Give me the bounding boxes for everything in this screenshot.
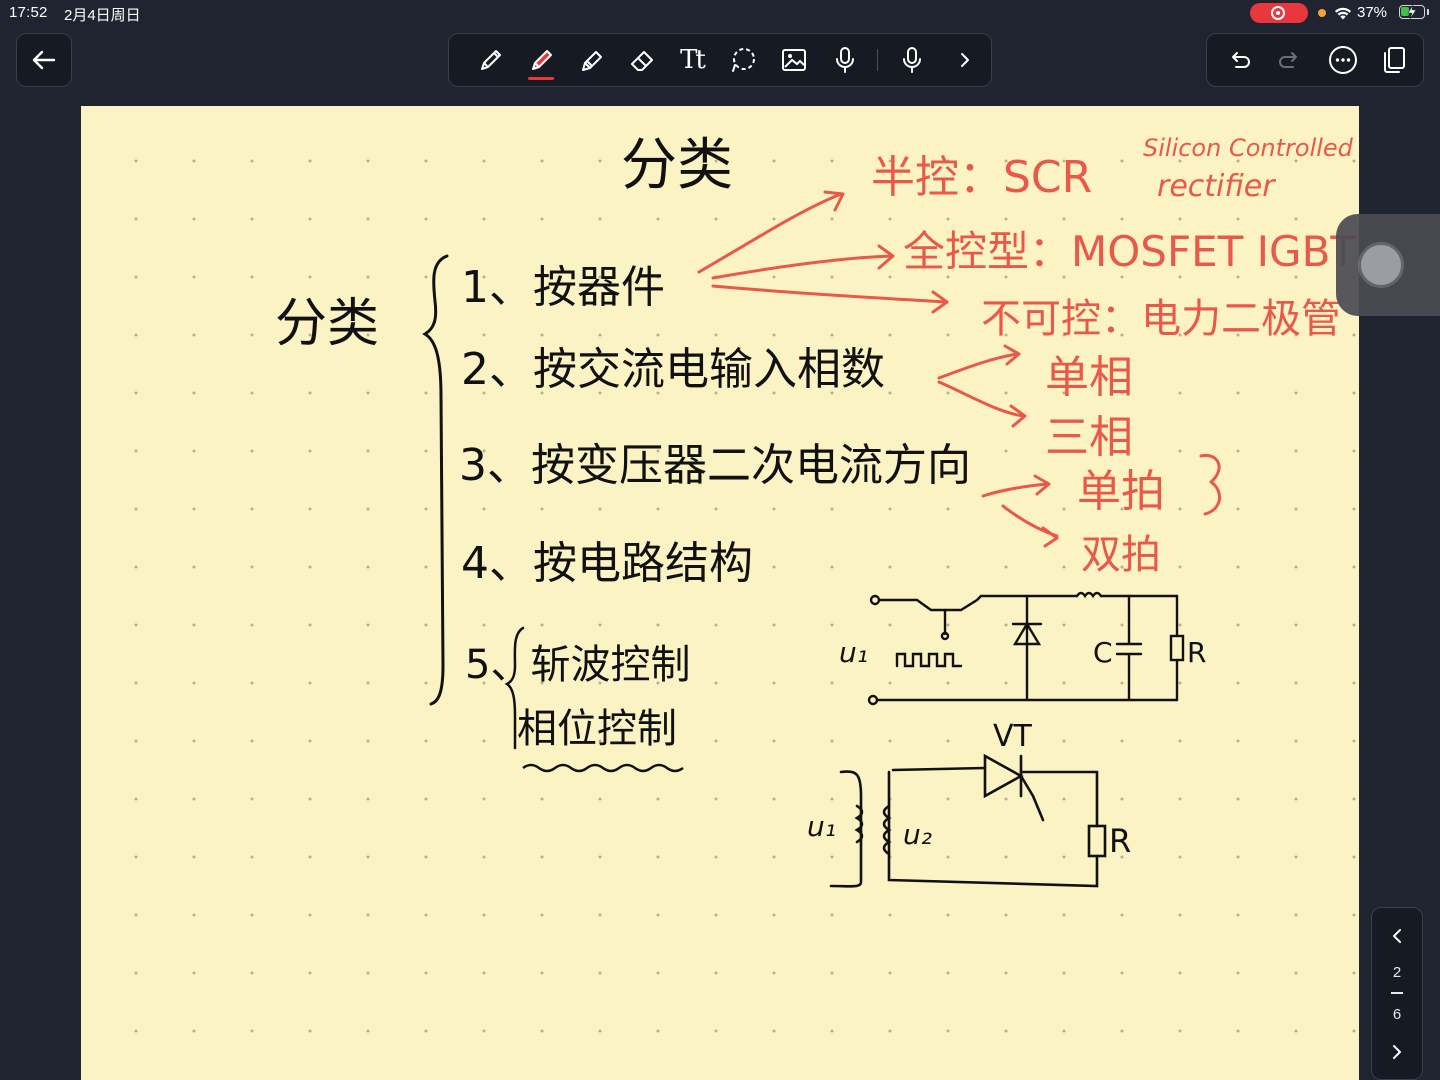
eraser-tool-button[interactable]	[619, 34, 665, 86]
document-actions-toolbar	[1206, 33, 1424, 87]
pen-tool-button[interactable]	[467, 34, 513, 86]
chevron-left-icon	[1393, 929, 1401, 943]
audio-tool-button[interactable]	[822, 34, 868, 86]
circuit-label-load-resistor: R	[1109, 822, 1131, 860]
pencil-tool-button[interactable]	[569, 34, 615, 86]
wavy-underline	[522, 763, 684, 773]
current-page-number: 2	[1392, 964, 1402, 981]
annotation-full-controlled: 全控型：MOSFET IGBT	[903, 227, 1356, 276]
highlighter-tool-button[interactable]	[518, 34, 564, 86]
total-page-count: 6	[1392, 1006, 1402, 1023]
undo-button[interactable]	[1215, 34, 1261, 86]
chopper-circuit-diagram	[867, 591, 1185, 706]
circuit-label-u2-secondary: u₂	[903, 818, 932, 851]
annotation-three-phase: 三相	[1045, 412, 1133, 463]
microphone-in-use-dot	[1318, 9, 1326, 17]
circuit-label-capacitor: C	[1093, 636, 1113, 669]
page-separator	[1391, 992, 1403, 994]
handwritten-note-canvas: 分类 分类 1、按器件 2、按交流电输入相数 3、按变压器二次电流方向 4、按电…	[275, 133, 1356, 888]
screen-recording-indicator[interactable]	[1250, 3, 1308, 23]
record-icon	[1271, 6, 1285, 20]
note-page[interactable]: 分类 分类 1、按器件 2、按交流电输入相数 3、按变压器二次电流方向 4、按电…	[81, 106, 1359, 1080]
brace	[422, 254, 449, 706]
circuit-label-thyristor: VT	[993, 719, 1033, 754]
text-tool-button[interactable]: Tt	[669, 34, 715, 86]
undo-icon	[1232, 52, 1250, 68]
annotation-double-beat: 双拍	[1081, 532, 1161, 578]
list-item: 4、按电路结构	[461, 538, 753, 589]
status-date: 2月4日周日	[64, 7, 141, 24]
circuit-label-u1: u₁	[839, 636, 868, 669]
circuit-label-u1-primary: u₁	[807, 810, 836, 843]
text-icon: Tt	[680, 45, 706, 75]
list-item: 相位控制	[517, 706, 677, 752]
highlighter-icon	[532, 50, 552, 70]
lasso-tool-button[interactable]	[720, 34, 766, 86]
annotation-scr-full-name: Silicon Controlled	[1143, 134, 1354, 162]
microphone-icon	[903, 47, 921, 73]
wifi-icon	[1334, 7, 1352, 20]
more-options-button[interactable]	[1320, 34, 1366, 86]
redo-icon	[1279, 52, 1297, 68]
annotation-single-phase: 单相	[1045, 352, 1133, 403]
chevron-right-icon	[1393, 1045, 1401, 1059]
next-page-button[interactable]	[1372, 1032, 1422, 1072]
chevron-right-icon	[961, 53, 969, 67]
record-audio-button[interactable]	[889, 34, 935, 86]
pen-icon	[481, 50, 501, 70]
more-tools-button[interactable]	[942, 34, 988, 86]
image-tool-button[interactable]	[771, 34, 817, 86]
microphone-icon	[836, 47, 854, 73]
classification-label: 分类	[275, 294, 379, 354]
back-button[interactable]	[16, 33, 72, 87]
redo-button[interactable]	[1268, 34, 1314, 86]
arrow-left-icon	[32, 50, 56, 70]
rectifier-circuit-diagram	[829, 753, 1107, 888]
pages-button[interactable]	[1371, 34, 1417, 86]
more-icon	[1329, 46, 1357, 74]
annotation-single-beat: 单拍	[1077, 466, 1165, 517]
pages-icon	[1384, 47, 1405, 73]
assistive-touch-icon	[1358, 242, 1404, 288]
list-item: 5、斩波控制	[465, 642, 690, 688]
floating-assistive-handle[interactable]	[1336, 214, 1440, 316]
pencil-icon	[582, 51, 602, 71]
active-tool-indicator	[528, 77, 554, 80]
previous-page-button[interactable]	[1372, 916, 1422, 956]
battery-percent: 37%	[1357, 4, 1388, 21]
list-item: 2、按交流电输入相数	[461, 344, 885, 395]
lasso-icon	[732, 48, 755, 72]
battery-icon	[1399, 4, 1425, 20]
note-title: 分类	[621, 133, 733, 198]
list-item: 3、按变压器二次电流方向	[459, 440, 971, 491]
toolbar-divider	[877, 49, 878, 71]
eraser-icon	[631, 51, 653, 71]
annotation-semi-controlled: 半控：SCR	[871, 152, 1092, 203]
status-time: 17:52	[9, 4, 48, 21]
drawing-toolbar: Tt	[448, 33, 992, 87]
annotation-scr-full-name-2: rectifier	[1157, 169, 1276, 204]
list-item: 1、按器件	[461, 262, 665, 313]
annotation-uncontrolled: 不可控：电力二极管	[981, 296, 1341, 342]
status-bar: 17:52 2月4日周日 37%	[0, 0, 1440, 26]
circuit-label-resistor: R	[1187, 636, 1206, 669]
page-navigator: 2 6	[1371, 907, 1423, 1080]
image-icon	[782, 49, 806, 71]
